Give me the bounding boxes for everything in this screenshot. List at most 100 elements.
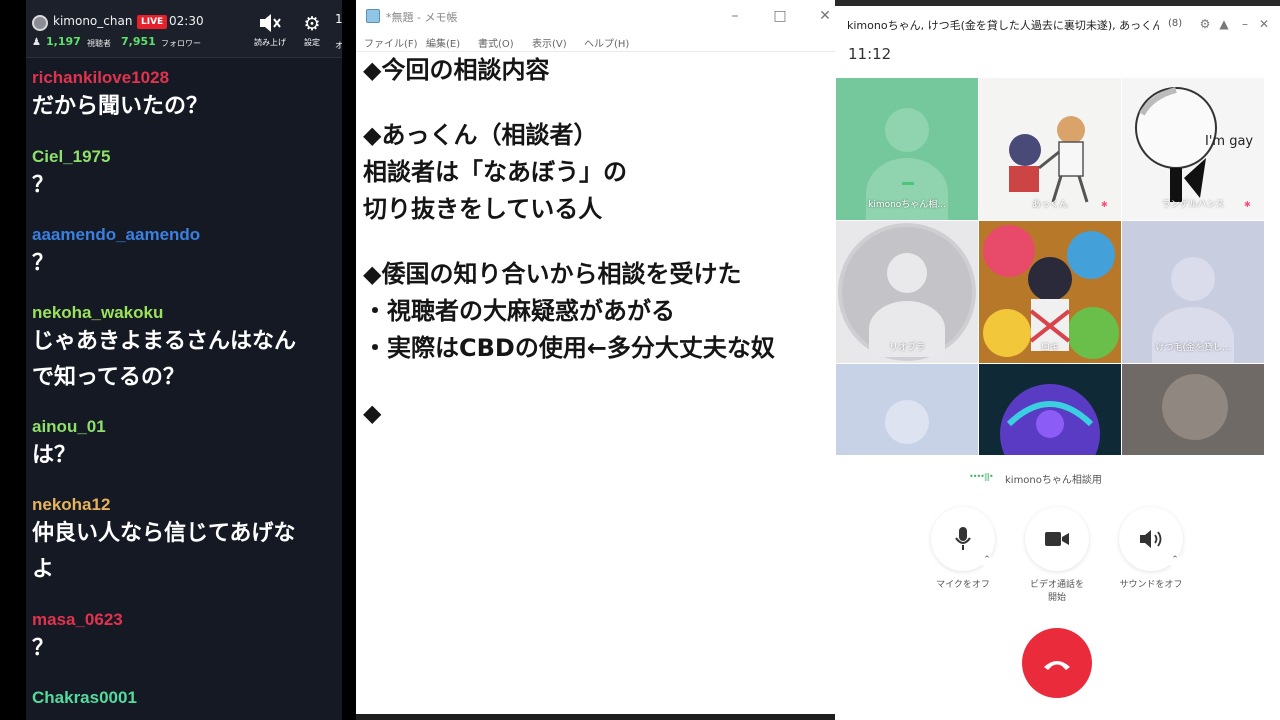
- blue-illustration-avatar: [1000, 384, 1100, 455]
- chat-username[interactable]: ainou_01: [32, 416, 342, 438]
- close-button[interactable]: ✕: [811, 4, 838, 28]
- mic-button[interactable]: ⌃: [931, 507, 995, 571]
- chat-message: masa_0623 ？: [32, 609, 342, 667]
- note-line: [363, 228, 833, 256]
- chat-text: ？: [32, 251, 55, 276]
- sound-toggle[interactable]: ⌃ サウンドをオフ: [1119, 507, 1183, 592]
- chat-message: ainou_01 は？: [32, 416, 342, 474]
- chevron-up-icon[interactable]: ⌃: [1169, 555, 1181, 567]
- menu-edit[interactable]: 編集(E): [426, 35, 460, 50]
- chat-username[interactable]: Ciel_1975: [32, 146, 342, 168]
- gear-icon: ⚙: [303, 13, 321, 35]
- chevron-up-icon[interactable]: ⌃: [981, 555, 993, 567]
- mic-toggle[interactable]: ⌃ マイクをオフ: [931, 507, 995, 592]
- avatar-silhouette-icon: [885, 108, 929, 152]
- note-line: 相談者は「なあぼう」の: [363, 158, 627, 186]
- read-aloud-button[interactable]: 読み上げ: [250, 12, 290, 52]
- minimize-button[interactable]: –: [721, 4, 749, 28]
- avatar-silhouette-icon: [887, 253, 927, 293]
- avatar-silhouette-icon: [1171, 257, 1215, 301]
- phone-hangup-icon: [1044, 661, 1070, 670]
- notepad-titlebar[interactable]: *無題 - メモ帳 – □ ✕: [356, 0, 838, 32]
- video-toggle[interactable]: ビデオ通話を 開始: [1025, 507, 1089, 605]
- avatar-silhouette-body: [866, 158, 948, 220]
- chat-username[interactable]: aaamendo_aamendo: [32, 224, 342, 246]
- settings-label: 設定: [304, 38, 320, 47]
- chat-username[interactable]: richankilove1028: [32, 67, 342, 89]
- note-line: ・実際はCBDの使用←多分大丈夫な奴: [363, 334, 775, 362]
- hang-up-button[interactable]: [1022, 628, 1092, 698]
- note-line: [363, 89, 833, 117]
- voice-call-window: kimonoちゃん, けつ毛(金を貸した人過去に裏切未遂), あっくん... (…: [835, 0, 1280, 720]
- left-black-border: [0, 0, 26, 720]
- notepad-text-area[interactable]: ◆今回の相談内容 ◆あっくん（相談者） 相談者は「なあぼう」の 切り抜きをしてい…: [363, 52, 833, 432]
- chat-username[interactable]: masa_0623: [32, 609, 342, 631]
- note-line: ◆あっくん（相談者）: [363, 121, 598, 149]
- chat-message: richankilove1028 だから聞いたの？: [32, 67, 342, 125]
- speaking-wave-icon: ••••|||•: [969, 472, 994, 481]
- sound-label: サウンドをオフ: [1119, 580, 1183, 590]
- participant-tile[interactable]: あっくん ✱: [979, 78, 1121, 220]
- note-line: 切り抜きをしている人: [363, 195, 603, 223]
- participant-tile[interactable]: リオブラ: [836, 221, 978, 363]
- follower-label: フォロワー: [161, 39, 201, 48]
- participant-tile[interactable]: kimonoちゃん相...: [836, 78, 978, 220]
- menu-format[interactable]: 書式(O): [478, 35, 514, 50]
- chat-text: ？: [32, 173, 55, 198]
- pin-icon[interactable]: ▲: [1215, 15, 1233, 33]
- participant-tile[interactable]: I'm gay ランゲルハンス ✱: [1122, 78, 1264, 220]
- follower-count: 7,951: [121, 35, 156, 48]
- screen: kimono_chan LIVE 02:30 ♟ 1,197 視聴者 7,951…: [0, 0, 1280, 720]
- minimize-button[interactable]: –: [1236, 15, 1254, 33]
- chat-username[interactable]: nekoha_wakoku: [32, 302, 342, 324]
- live-badge: LIVE: [137, 15, 168, 29]
- video-label-line2: 開始: [1047, 593, 1066, 603]
- avatar-silhouette-body: [1152, 307, 1234, 363]
- participant-name: kimonoちゃん相...: [868, 200, 946, 210]
- note-line: ・視聴者の大麻疑惑があがる: [363, 297, 675, 325]
- chat-text: は？: [32, 443, 77, 468]
- call-title: kimonoちゃん, けつ毛(金を貸した人過去に裏切未遂), あっくん...: [847, 19, 1159, 32]
- read-aloud-label: 読み上げ: [254, 38, 286, 47]
- cut-off-tool-number: 1: [335, 12, 342, 26]
- note-line: ◆今回の相談内容: [363, 56, 550, 84]
- menu-file[interactable]: ファイル(F): [364, 35, 418, 50]
- channel-avatar[interactable]: [32, 15, 48, 31]
- settings-gear-icon[interactable]: ⚙: [1196, 15, 1214, 33]
- participant-tile[interactable]: ロキ: [979, 221, 1121, 363]
- plush-photo-avatar: [1162, 374, 1228, 440]
- menu-view[interactable]: 表示(V): [532, 35, 567, 50]
- participant-tile[interactable]: けつ毛(金を貸し...: [1122, 221, 1264, 363]
- stream-chat-panel: kimono_chan LIVE 02:30 ♟ 1,197 視聴者 7,951…: [26, 0, 342, 720]
- settings-button[interactable]: ⚙ 設定: [292, 12, 332, 52]
- sound-button[interactable]: ⌃: [1119, 507, 1183, 571]
- chat-message: nekoha12 仲良い人なら信じてあげな よ: [32, 494, 342, 588]
- channel-name[interactable]: kimono_chan: [53, 14, 132, 28]
- cut-off-tool-label: オ: [335, 41, 342, 50]
- chat-text: 仲良い人なら信じてあげな: [32, 521, 296, 546]
- notepad-app-icon: [366, 9, 380, 23]
- participant-tile[interactable]: [836, 364, 978, 455]
- participant-name: リオブラ: [888, 343, 925, 353]
- notepad-window: *無題 - メモ帳 – □ ✕ ファイル(F) 編集(E) 書式(O) 表示(V…: [356, 0, 838, 720]
- participant-tile[interactable]: [979, 364, 1121, 455]
- window-bottom-edge: [356, 714, 838, 720]
- video-button[interactable]: [1025, 507, 1089, 571]
- close-button[interactable]: ✕: [1255, 15, 1273, 33]
- notepad-title: *無題 - メモ帳: [386, 11, 458, 24]
- participant-tile[interactable]: [1122, 364, 1264, 455]
- maximize-button[interactable]: □: [766, 4, 794, 28]
- video-label-line1: ビデオ通話を: [1029, 580, 1084, 590]
- chat-message: aaamendo_aamendo ？: [32, 224, 342, 282]
- chat-message: Ciel_1975 ？: [32, 146, 342, 204]
- call-titlebar[interactable]: kimonoちゃん, けつ毛(金を貸した人過去に裏切未遂), あっくん... (…: [835, 6, 1280, 40]
- viewer-count: 1,197: [46, 35, 81, 48]
- chat-username[interactable]: Chakras0001: [32, 687, 342, 709]
- call-controls: ••••|||• kimonoちゃん相談用 ⌃ マイクをオフ ビデオ通話を 開始…: [835, 455, 1280, 720]
- note-line: [363, 367, 833, 395]
- note-line: ◆: [363, 399, 382, 427]
- menu-help[interactable]: ヘルプ(H): [584, 35, 629, 50]
- chat-username[interactable]: nekoha12: [32, 494, 342, 516]
- participant-name: ランゲルハンス: [1161, 200, 1225, 210]
- chat-right-border: [342, 0, 356, 720]
